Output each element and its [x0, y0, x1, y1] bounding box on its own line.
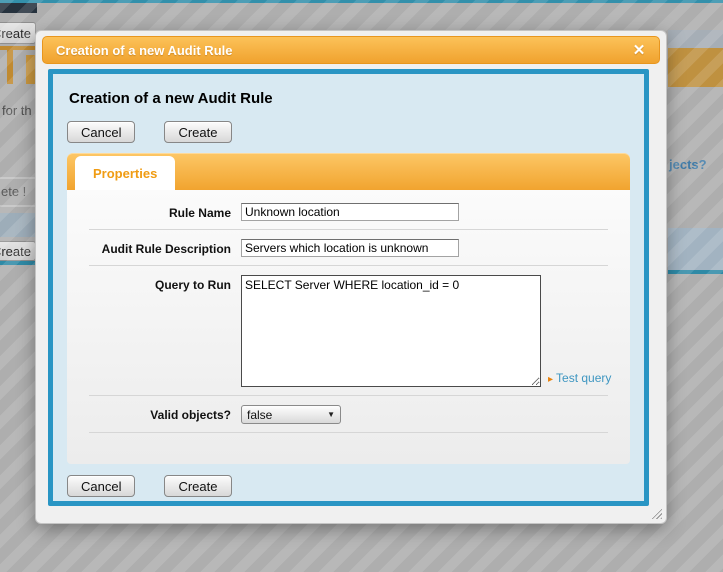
valid-objects-selected-value: false: [247, 408, 272, 422]
background-table-band: [668, 228, 723, 270]
rule-name-label: Rule Name: [89, 203, 241, 221]
create-button[interactable]: Create: [164, 121, 231, 143]
dialog-titlebar[interactable]: Creation of a new Audit Rule ✕: [42, 36, 660, 64]
close-icon[interactable]: ✕: [629, 41, 649, 59]
query-label: Query to Run: [89, 275, 241, 387]
tab-bar: Properties: [67, 153, 630, 190]
background-create-button-top: Create: [0, 22, 36, 44]
background-teal-topbar: [0, 0, 723, 3]
background-orange-tab-fragment: [7, 46, 13, 84]
dialog-body-panel: Creation of a new Audit Rule Cancel Crea…: [48, 69, 649, 506]
cancel-button[interactable]: Cancel: [67, 121, 135, 143]
background-navy-block: [0, 3, 37, 13]
dialog-title: Creation of a new Audit Rule: [56, 43, 232, 58]
background-table-band: [0, 213, 37, 237]
background-link-fragment: jects?: [669, 157, 707, 172]
tab-properties[interactable]: Properties: [75, 156, 175, 190]
test-query-link[interactable]: ▸Test query: [548, 371, 611, 387]
background-orange-tab-fragment: [0, 46, 37, 50]
top-button-row: Cancel Create: [67, 121, 630, 143]
background-row-divider: [0, 177, 37, 179]
form-area: Rule Name Audit Rule Description Query t…: [67, 190, 630, 464]
page-title: Creation of a new Audit Rule: [69, 90, 630, 107]
triangle-bullet-icon: ▸: [548, 374, 553, 385]
query-textarea[interactable]: SELECT Server WHERE location_id = 0: [241, 275, 541, 387]
chevron-down-icon: ▼: [327, 410, 335, 419]
description-input[interactable]: [241, 239, 459, 257]
audit-rule-dialog: Creation of a new Audit Rule ✕ Creation …: [35, 30, 667, 524]
form-row-rule-name: Rule Name: [89, 194, 608, 230]
rule-name-input[interactable]: [241, 203, 459, 221]
bottom-button-row: Cancel Create: [67, 475, 630, 497]
background-orange-tab-fragment: [26, 55, 35, 84]
cancel-button-bottom[interactable]: Cancel: [67, 475, 135, 497]
description-label: Audit Rule Description: [89, 239, 241, 257]
form-row-query: Query to Run SELECT Server WHERE locatio…: [89, 266, 608, 396]
tab-properties-label: Properties: [93, 166, 157, 181]
background-teal-rule: [668, 270, 723, 274]
form-row-description: Audit Rule Description: [89, 230, 608, 266]
background-row-divider: [0, 205, 37, 207]
background-teal-rule: [0, 261, 37, 265]
valid-objects-select[interactable]: false ▼: [241, 405, 341, 424]
background-table-band: [668, 30, 723, 48]
background-text-fragment: ete !: [1, 184, 26, 199]
background-create-button-left: Create: [0, 241, 36, 261]
resize-grip-icon[interactable]: [649, 506, 662, 519]
valid-objects-label: Valid objects?: [89, 405, 241, 424]
create-button-bottom[interactable]: Create: [164, 475, 231, 497]
background-text-fragment: for th: [2, 103, 32, 118]
test-query-label: Test query: [556, 371, 611, 385]
form-row-valid-objects: Valid objects? false ▼: [89, 396, 608, 433]
background-orange-band: [668, 48, 723, 87]
